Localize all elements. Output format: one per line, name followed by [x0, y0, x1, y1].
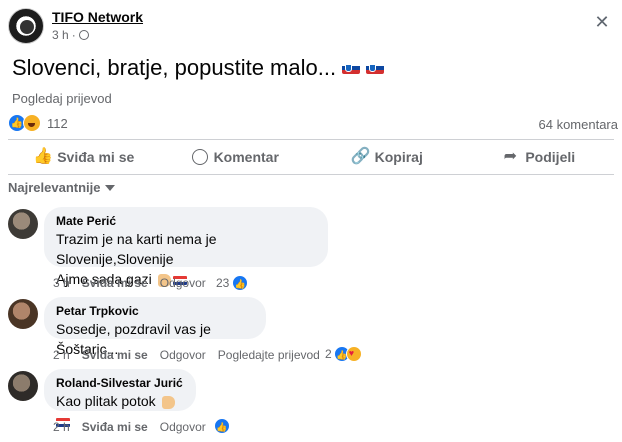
comment-time[interactable]: 2 h	[53, 348, 70, 362]
comment-line: Kao plitak potok	[56, 393, 156, 409]
like-reaction-icon: 👍	[214, 418, 230, 434]
reactions-summary[interactable]: 👍 112	[8, 114, 68, 132]
comment-like-button[interactable]: Sviđa mi se	[82, 276, 148, 290]
comment-reply-button[interactable]: Odgovor	[160, 420, 206, 434]
comment-author[interactable]: Roland-Silvestar Jurić	[56, 376, 184, 390]
care-reaction-icon	[345, 346, 362, 362]
comment-like-button[interactable]: Sviđa mi se	[82, 348, 148, 362]
reaction-count: 112	[47, 115, 68, 131]
share-button-label: Podijeli	[525, 149, 576, 165]
comment-reactions[interactable]: 2 👍	[325, 346, 362, 362]
flexed-arm-icon	[161, 395, 175, 409]
translate-link[interactable]: Pogledaj prijevod	[12, 91, 112, 106]
post-time[interactable]: 3 h	[52, 28, 69, 42]
meta-separator: ·	[71, 28, 76, 42]
copy-button-label: Kopiraj	[374, 149, 423, 165]
comment-like-button[interactable]: Sviđa mi se	[82, 420, 148, 434]
share-button[interactable]: ➦ Podijeli	[463, 140, 615, 174]
slovenia-flag-icon-2	[366, 62, 385, 74]
comment-count[interactable]: 64 komentara	[539, 117, 619, 132]
link-icon: 🔗	[350, 148, 371, 165]
comment-bubble: Roland-Silvestar Jurić Kao plitak potok	[44, 369, 196, 427]
comment-reply-button[interactable]: Odgovor	[160, 276, 206, 290]
post-text: Slovenci, bratje, popustite malo...	[12, 55, 385, 81]
page-avatar[interactable]	[8, 8, 44, 44]
comment-meta: 3 h Sviđa mi se Odgovor	[53, 276, 218, 290]
thumbs-up-icon: 👍	[33, 148, 54, 165]
share-arrow-icon: ➦	[503, 148, 518, 165]
like-reaction-icon: 👍	[232, 275, 249, 291]
post-meta: 3 h ·	[52, 28, 89, 42]
sort-label: Najrelevantnije	[8, 180, 101, 195]
comment-button[interactable]: Komentar	[160, 140, 312, 174]
comment-reply-button[interactable]: Odgovor	[160, 348, 206, 362]
comment-sort-dropdown[interactable]: Najrelevantnije	[8, 180, 115, 195]
comment-reactions[interactable]: 23 👍	[216, 275, 249, 291]
comment-time[interactable]: 3 h	[53, 276, 70, 290]
comment-reaction-count: 23	[216, 276, 230, 290]
copy-button[interactable]: 🔗 Kopiraj	[311, 140, 463, 174]
comment-author[interactable]: Mate Perić	[56, 214, 316, 228]
close-icon[interactable]: ✕	[594, 13, 610, 31]
globe-icon	[78, 30, 89, 40]
avatar[interactable]	[8, 299, 38, 329]
comment-translate-link[interactable]: Pogledajte prijevod	[218, 348, 320, 362]
comment-reaction-count: 2	[325, 347, 332, 361]
haha-reaction-icon	[23, 114, 41, 132]
post-text-content: Slovenci, bratje, popustite malo...	[12, 55, 337, 80]
like-button[interactable]: 👍 Sviđa mi se	[8, 140, 160, 174]
comment-bubble: Petar Trpkovic Sosedje, pozdravil vas je…	[44, 297, 266, 357]
comment-reactions[interactable]: 👍	[214, 418, 230, 434]
comment-meta: 2 h Sviđa mi se Odgovor	[53, 420, 218, 434]
caret-down-icon	[104, 184, 115, 191]
comment-author[interactable]: Petar Trpkovic	[56, 304, 254, 318]
comment-button-label: Komentar	[213, 149, 279, 165]
action-bar: 👍 Sviđa mi se Komentar 🔗 Kopiraj ➦ Podij…	[8, 140, 614, 174]
comment-line: Trazim je na karti nema je Slovenije,Slo…	[56, 231, 217, 267]
divider	[8, 174, 614, 175]
comment-bubble: Mate Perić Trazim je na karti nema je Sl…	[44, 207, 328, 287]
comment-icon	[191, 149, 208, 165]
comment-meta: 2 h Sviđa mi se Odgovor Pogledajte prije…	[53, 348, 332, 362]
comment-time[interactable]: 2 h	[53, 420, 70, 434]
avatar[interactable]	[8, 209, 38, 239]
slovenia-flag-icon	[342, 62, 361, 74]
page-name-link[interactable]: TIFO Network	[52, 9, 143, 25]
post-header: TIFO Network 3 h · ✕	[8, 8, 614, 46]
avatar[interactable]	[8, 371, 38, 401]
like-button-label: Sviđa mi se	[57, 149, 135, 165]
